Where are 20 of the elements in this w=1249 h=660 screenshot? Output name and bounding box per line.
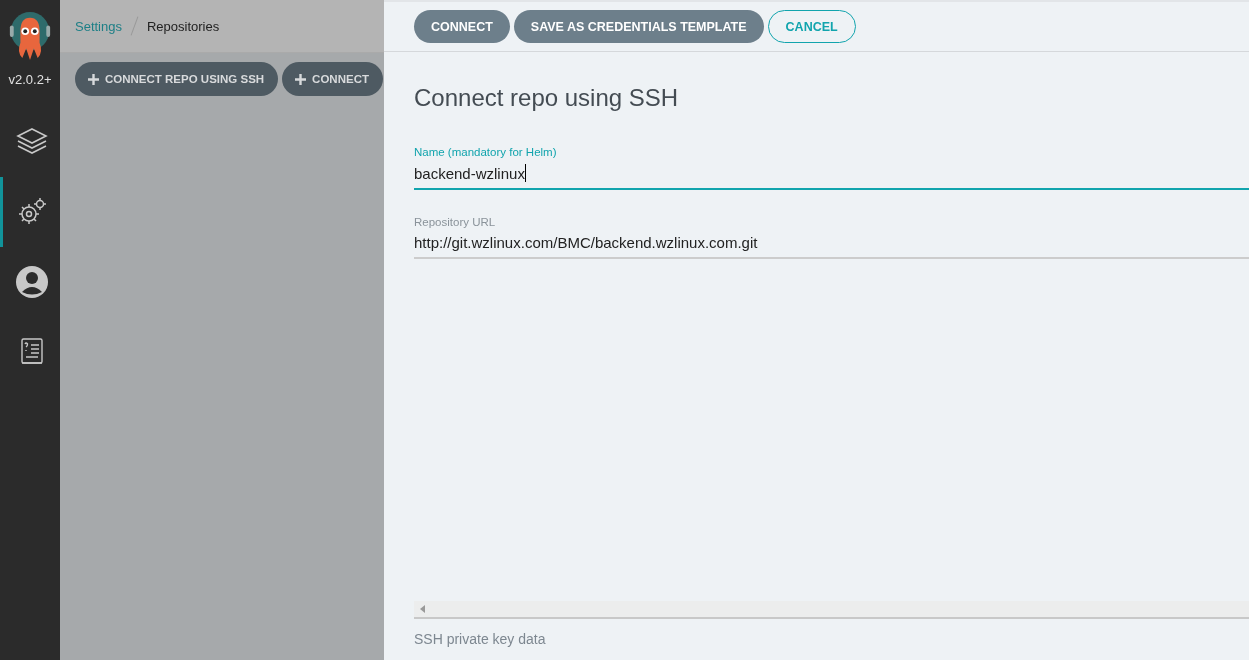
panel-title: Connect repo using SSH	[414, 84, 680, 112]
plus-icon	[88, 73, 99, 85]
version-label: v2.0.2+	[8, 72, 52, 87]
field-value: http://git.wzlinux.com/BMC/backend.wzlinux.com.git	[414, 234, 758, 251]
horizontal-scrollbar[interactable]	[414, 601, 1249, 619]
connect-button[interactable]: CONNECT REPO USING SSH	[75, 62, 279, 96]
action-button[interactable]: CONNECT	[414, 10, 510, 43]
field-label: Repository URL	[414, 216, 497, 228]
user-icon	[14, 265, 49, 299]
field-label: SSH private key data	[414, 631, 547, 647]
scroll-left-icon	[420, 605, 425, 613]
action-button[interactable]: SAVE AS CREDENTIALS TEMPLATE	[513, 10, 764, 43]
book-icon	[19, 337, 44, 367]
breadcrumb-current: Repositories	[147, 18, 220, 34]
plus-icon	[295, 73, 307, 85]
field-label: Name (mandatory for Helm)	[414, 146, 558, 158]
text-field[interactable]: Repository URL http://git.wzlinux.com/BMC/backend.wzlinux.com.git	[414, 216, 1249, 259]
text-field[interactable]: Name (mandatory for Helm) backend-wzlinux	[414, 146, 1249, 190]
field-value: backend-wzlinux	[414, 164, 525, 182]
connect-button[interactable]: CONNECT	[282, 62, 383, 96]
